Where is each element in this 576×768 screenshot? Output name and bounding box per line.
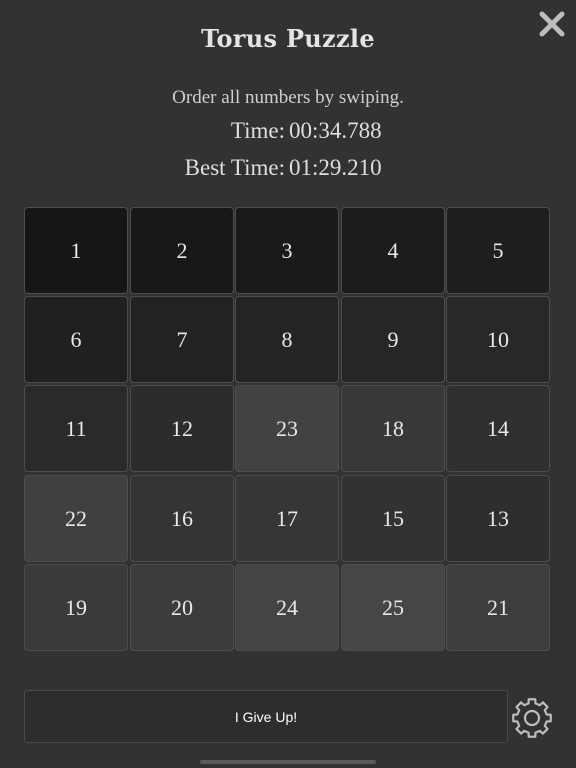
tile-9[interactable]: 9 [341, 296, 445, 383]
tile-18[interactable]: 18 [341, 385, 445, 472]
tile-13[interactable]: 13 [446, 475, 550, 562]
tile-2[interactable]: 2 [130, 207, 234, 294]
time-label: Time: [230, 118, 285, 143]
tile-14[interactable]: 14 [446, 385, 550, 472]
instructions-text: Order all numbers by swiping. [172, 87, 404, 108]
best-time-value: 01:29.210 [289, 155, 382, 180]
time-value: 00:34.788 [289, 118, 382, 143]
tile-6[interactable]: 6 [24, 296, 128, 383]
page-title: Torus Puzzle [201, 24, 375, 53]
tile-22[interactable]: 22 [24, 475, 128, 562]
best-time-label: Best Time: [184, 155, 285, 180]
give-up-button[interactable]: I Give Up! [24, 690, 508, 743]
tile-19[interactable]: 19 [24, 564, 128, 651]
tile-4[interactable]: 4 [341, 207, 445, 294]
puzzle-screen: Torus Puzzle Order all numbers by swipin… [0, 0, 576, 768]
tile-25[interactable]: 25 [341, 564, 445, 651]
tile-24[interactable]: 24 [235, 564, 339, 651]
tile-3[interactable]: 3 [235, 207, 339, 294]
tile-17[interactable]: 17 [235, 475, 339, 562]
tile-21[interactable]: 21 [446, 564, 550, 651]
settings-button[interactable] [511, 697, 553, 739]
tile-15[interactable]: 15 [341, 475, 445, 562]
tile-5[interactable]: 5 [446, 207, 550, 294]
tile-11[interactable]: 11 [24, 385, 128, 472]
puzzle-board[interactable]: 1 2 3 4 5 6 7 8 9 10 11 12 23 18 14 22 16 17 15 13 19 20 24 25 2… [24, 207, 552, 653]
gear-icon [512, 698, 552, 738]
tile-23[interactable]: 23 [235, 385, 339, 472]
tile-1[interactable]: 1 [24, 207, 128, 294]
tile-20[interactable]: 20 [130, 564, 234, 651]
tile-12[interactable]: 12 [130, 385, 234, 472]
tile-10[interactable]: 10 [446, 296, 550, 383]
home-indicator [200, 760, 376, 764]
tile-16[interactable]: 16 [130, 475, 234, 562]
tile-7[interactable]: 7 [130, 296, 234, 383]
tile-8[interactable]: 8 [235, 296, 339, 383]
